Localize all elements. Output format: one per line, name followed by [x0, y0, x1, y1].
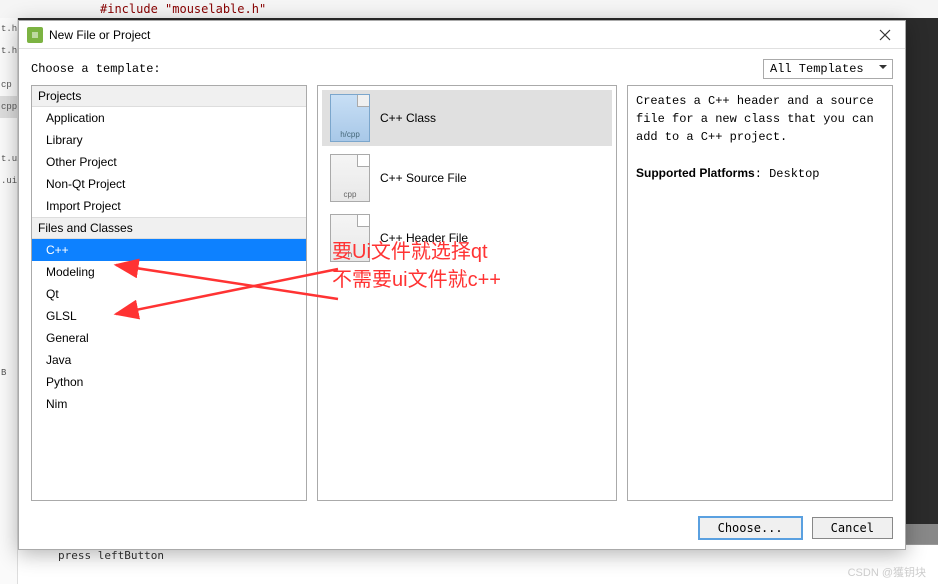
file-type-label: C++ Header File — [380, 231, 468, 245]
editor-output: press leftButton — [18, 544, 938, 584]
dialog-title: New File or Project — [49, 28, 873, 42]
button-row: Choose... Cancel — [19, 509, 905, 549]
category-item[interactable]: Qt — [32, 283, 306, 305]
file-icon: h/cpp — [330, 94, 370, 142]
category-item[interactable]: Import Project — [32, 195, 306, 217]
supported-platforms: Supported Platforms: Desktop — [636, 164, 884, 183]
category-item[interactable]: Non-Qt Project — [32, 173, 306, 195]
category-item[interactable]: Modeling — [32, 261, 306, 283]
editor-background: #include "mouselable.h" — [0, 0, 938, 18]
close-icon — [879, 29, 891, 41]
category-item[interactable]: C++ — [32, 239, 306, 261]
category-header: Files and Classes — [32, 217, 306, 239]
category-item[interactable]: Nim — [32, 393, 306, 415]
filter-combobox[interactable]: All Templates — [763, 59, 893, 79]
description-panel: Creates a C++ header and a source file f… — [627, 85, 893, 501]
category-item[interactable]: Java — [32, 349, 306, 371]
file-type-item[interactable]: h C++ Header File — [322, 210, 612, 266]
file-type-label: C++ Class — [380, 111, 436, 125]
category-item[interactable]: Other Project — [32, 151, 306, 173]
category-item[interactable]: Application — [32, 107, 306, 129]
file-type-list[interactable]: h/cpp C++ Class cpp C++ Source File h C++ Hea… — [317, 85, 617, 501]
close-button[interactable] — [873, 23, 897, 47]
panels: ProjectsApplicationLibraryOther ProjectN… — [19, 85, 905, 509]
cancel-button[interactable]: Cancel — [812, 517, 893, 539]
new-file-dialog: New File or Project Choose a template: A… — [18, 20, 906, 550]
category-item[interactable]: Python — [32, 371, 306, 393]
category-header: Projects — [32, 86, 306, 107]
category-list[interactable]: ProjectsApplicationLibraryOther ProjectN… — [31, 85, 307, 501]
file-type-item[interactable]: cpp C++ Source File — [322, 150, 612, 206]
file-icon: cpp — [330, 154, 370, 202]
dialog-titlebar: New File or Project — [19, 21, 905, 49]
prompt-label: Choose a template: — [31, 62, 763, 76]
file-type-item[interactable]: h/cpp C++ Class — [322, 90, 612, 146]
file-icon: h — [330, 214, 370, 262]
category-item[interactable]: General — [32, 327, 306, 349]
filter-value: All Templates — [770, 62, 864, 76]
description-text: Creates a C++ header and a source file f… — [636, 92, 884, 146]
category-item[interactable]: Library — [32, 129, 306, 151]
prompt-row: Choose a template: All Templates — [19, 49, 905, 85]
editor-sidebar: t.h t.h cp cpp t.ui .ui B — [0, 18, 18, 584]
watermark: CSDN @獲钥块 — [848, 564, 926, 580]
file-type-label: C++ Source File — [380, 171, 467, 185]
code-line: #include "mouselable.h" — [100, 2, 266, 16]
choose-button[interactable]: Choose... — [699, 517, 802, 539]
qt-creator-icon — [27, 27, 43, 43]
category-item[interactable]: GLSL — [32, 305, 306, 327]
